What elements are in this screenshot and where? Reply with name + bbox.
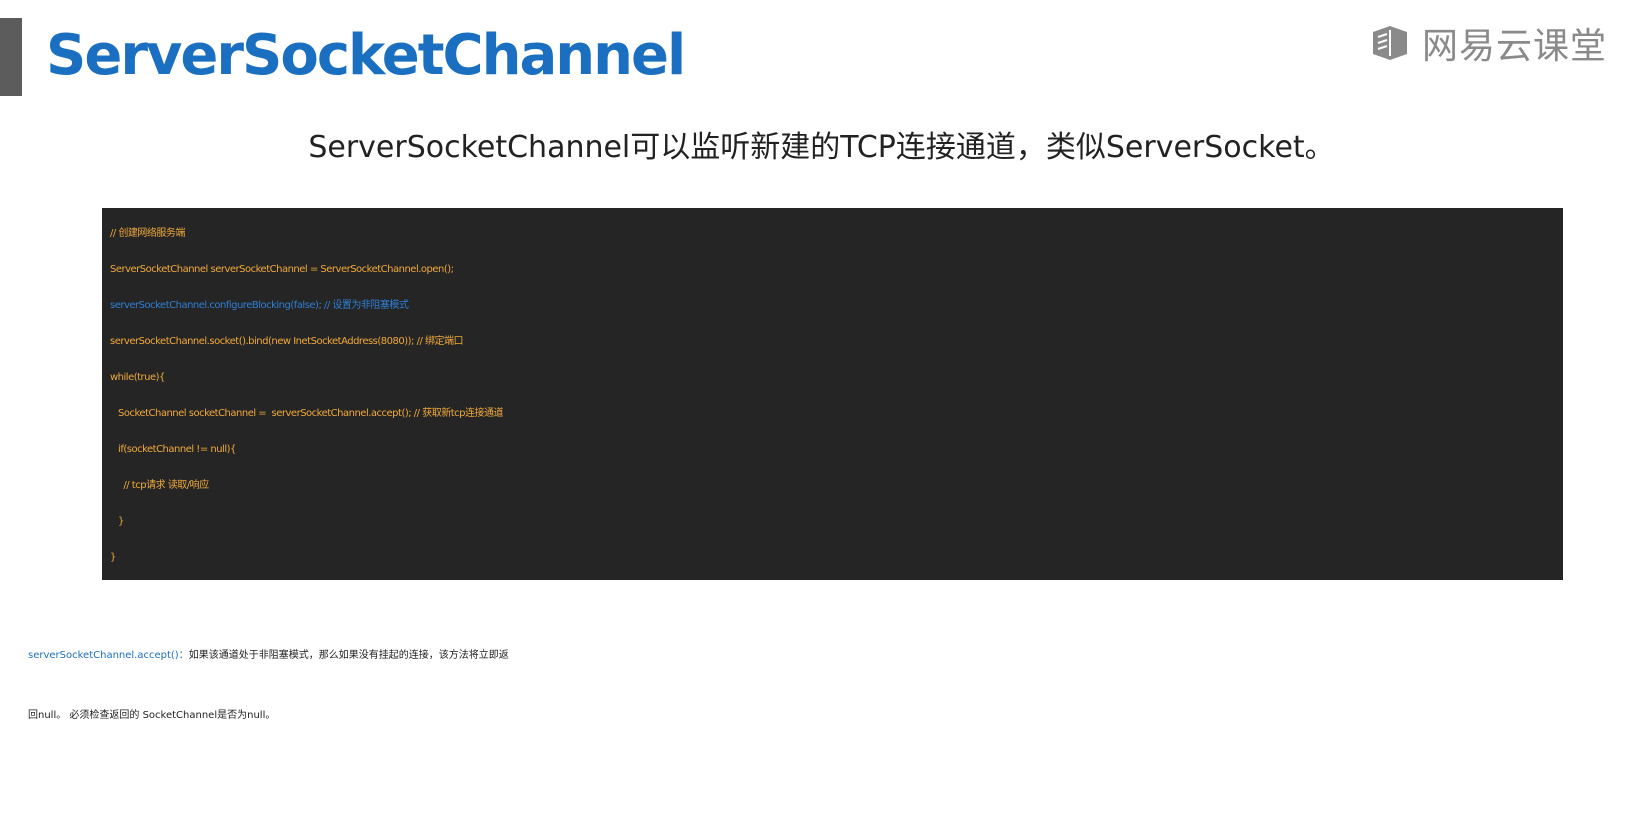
- code-line: while(true){: [110, 372, 165, 383]
- subtitle: ServerSocketChannel可以监听新建的TCP连接通道，类似Serv…: [308, 130, 1335, 165]
- description-line-1: serverSocketChannel.accept()：如果该通道处于非阻塞模…: [28, 626, 1628, 686]
- slide: ServerSocketChannel 网易云课堂 ServerSocketCh…: [0, 0, 1643, 821]
- code-line: serverSocketChannel.socket().bind(new In…: [110, 336, 464, 347]
- code-line: ServerSocketChannel serverSocketChannel …: [110, 264, 454, 275]
- page-title: ServerSocketChannel: [46, 23, 686, 88]
- code-line: }: [110, 516, 124, 527]
- description-text: 如果该通道处于非阻塞模式，那么如果没有挂起的连接，该方法将立即返: [188, 650, 509, 661]
- code-block: // 创建网络服务端 ServerSocketChannel serverSoc…: [102, 208, 1563, 580]
- title-accent-bar: [0, 18, 22, 96]
- code-line: // 创建网络服务端: [110, 228, 185, 239]
- description: serverSocketChannel.accept()：如果该通道处于非阻塞模…: [28, 626, 1628, 746]
- code-line: // tcp请求 读取/响应: [110, 480, 209, 491]
- method-name: serverSocketChannel.accept()：: [28, 650, 189, 661]
- logo: 网易云课堂: [1370, 18, 1607, 68]
- code-line: if(socketChannel != null){: [110, 444, 236, 455]
- logo-text: 网易云课堂: [1421, 26, 1607, 67]
- code-line-highlighted: serverSocketChannel.configureBlocking(fa…: [110, 300, 409, 311]
- code-line: }: [110, 552, 116, 563]
- code-line: SocketChannel socketChannel = serverSock…: [110, 408, 503, 419]
- book-logo-icon: [1372, 26, 1407, 60]
- description-line-2: 回null。 必须检查返回的 SocketChannel是否为null。: [28, 710, 276, 721]
